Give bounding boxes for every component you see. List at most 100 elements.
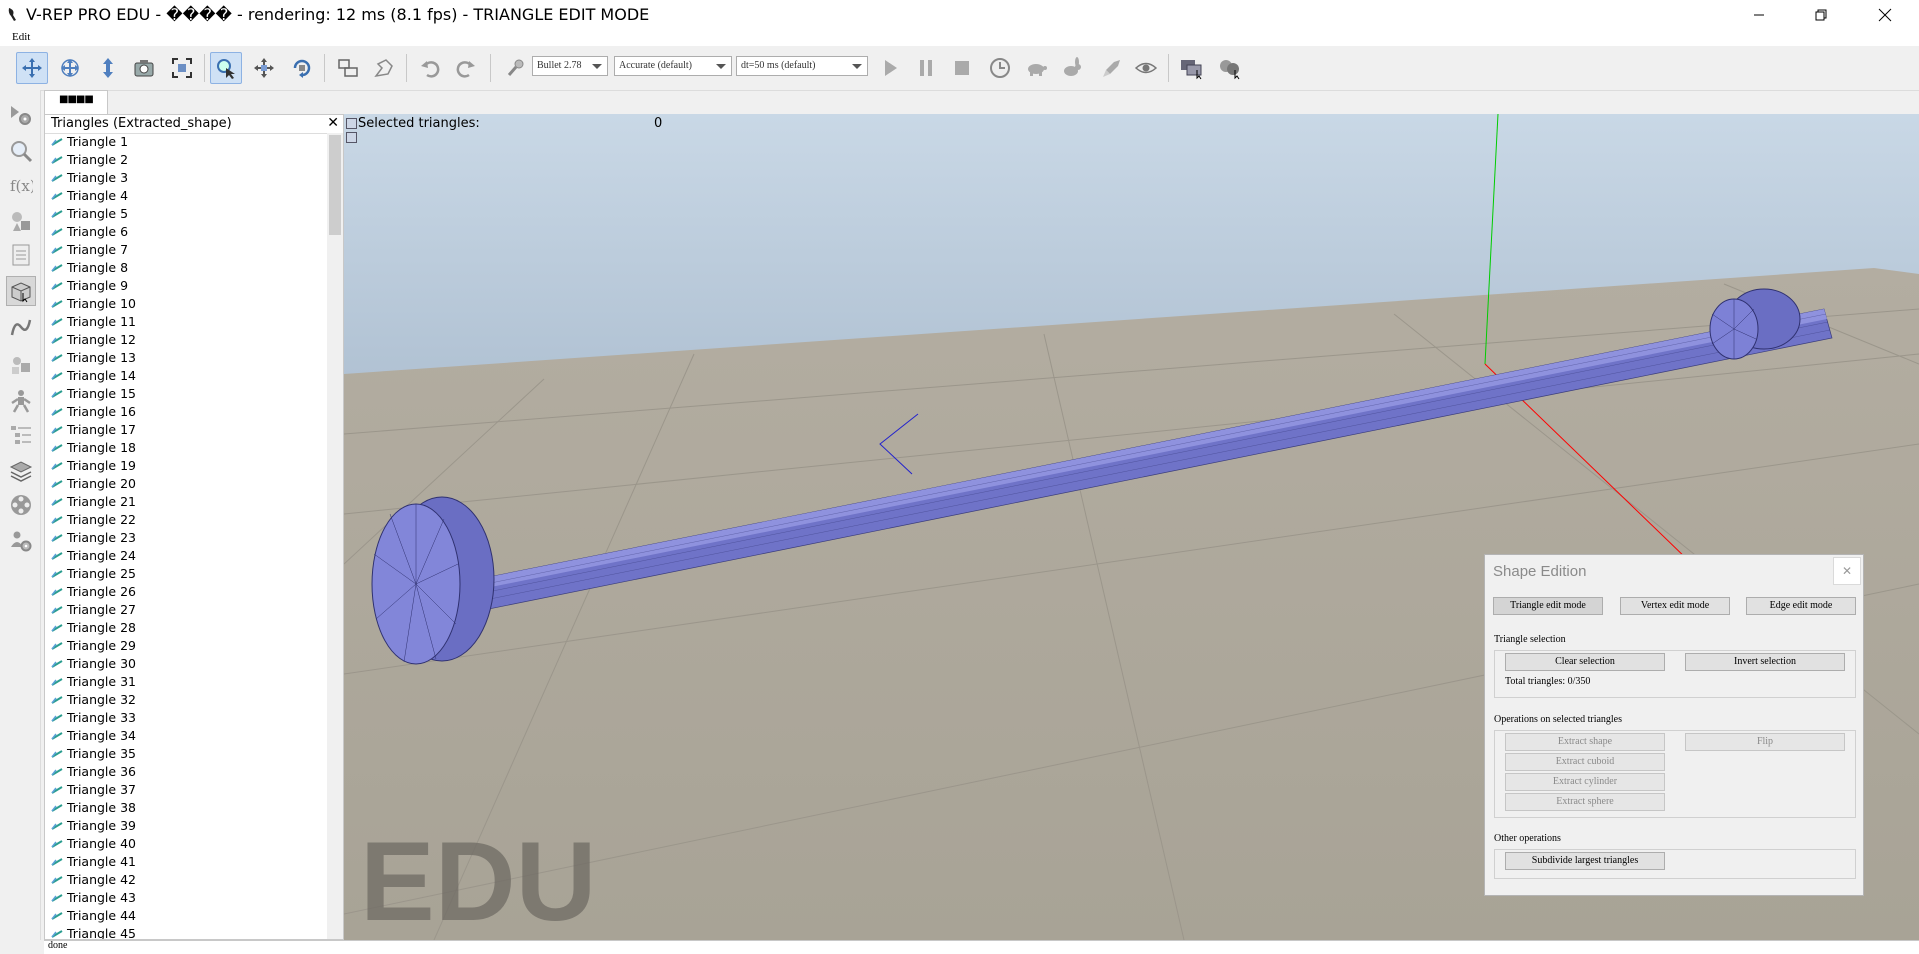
fit-to-view-button[interactable] xyxy=(166,52,198,84)
undo-button[interactable] xyxy=(414,52,446,84)
clear-selection-button[interactable]: Clear selection xyxy=(1505,653,1665,671)
hierarchy-tab[interactable]: ■■■■ xyxy=(44,90,108,114)
list-item[interactable]: Triangle 13 xyxy=(45,349,325,367)
list-item[interactable]: Triangle 3 xyxy=(45,169,325,187)
list-item[interactable]: Triangle 37 xyxy=(45,781,325,799)
triangle-edit-mode-button[interactable]: Triangle edit mode xyxy=(1493,597,1603,615)
list-item[interactable]: Triangle 23 xyxy=(45,529,325,547)
list-item[interactable]: Triangle 24 xyxy=(45,547,325,565)
list-item[interactable]: Triangle 1 xyxy=(45,133,325,151)
list-item[interactable]: Triangle 36 xyxy=(45,763,325,781)
timestep-select[interactable]: dt=50 ms (default) xyxy=(736,56,868,76)
flip-button[interactable]: Flip xyxy=(1685,733,1845,751)
list-item[interactable]: Triangle 2 xyxy=(45,151,325,169)
dialog-close-button[interactable]: ✕ xyxy=(1833,557,1861,585)
list-item[interactable]: Triangle 19 xyxy=(45,457,325,475)
extract-sphere-button[interactable]: Extract sphere xyxy=(1505,793,1665,811)
invert-selection-button[interactable]: Invert selection xyxy=(1685,653,1845,671)
list-item[interactable]: Triangle 10 xyxy=(45,295,325,313)
list-scrollbar[interactable] xyxy=(327,133,343,939)
visualization-toggle-button[interactable] xyxy=(1130,52,1162,84)
edge-edit-mode-button[interactable]: Edge edit mode xyxy=(1746,597,1856,615)
object-rotate-button[interactable] xyxy=(286,52,318,84)
list-item[interactable]: Triangle 7 xyxy=(45,241,325,259)
object-shift-button[interactable] xyxy=(248,52,280,84)
real-time-button[interactable] xyxy=(984,52,1016,84)
scene-selector-button[interactable] xyxy=(1176,52,1208,84)
scrollbar-thumb[interactable] xyxy=(329,135,341,235)
accuracy-select[interactable]: Accurate (default) xyxy=(614,56,732,76)
physics-engine-select[interactable]: Bullet 2.78 xyxy=(532,56,608,76)
camera-pan-button[interactable] xyxy=(16,52,48,84)
zoom-button[interactable] xyxy=(6,136,36,166)
layers-button[interactable] xyxy=(6,456,36,486)
extract-cuboid-button[interactable]: Extract cuboid xyxy=(1505,753,1665,771)
page-selector-button[interactable] xyxy=(1214,52,1246,84)
list-item[interactable]: Triangle 16 xyxy=(45,403,325,421)
threaded-rendering-button[interactable] xyxy=(1096,52,1128,84)
list-item[interactable]: Triangle 45 xyxy=(45,925,325,939)
collection-button[interactable] xyxy=(6,350,36,380)
subdivide-button[interactable]: Subdivide largest triangles xyxy=(1505,852,1665,870)
list-item[interactable]: Triangle 14 xyxy=(45,367,325,385)
list-item[interactable]: Triangle 9 xyxy=(45,277,325,295)
simulation-settings-button[interactable] xyxy=(6,100,36,130)
user-settings-button[interactable] xyxy=(6,526,36,556)
viewport-collapse-icon[interactable] xyxy=(346,118,357,129)
page-button[interactable] xyxy=(6,240,36,270)
list-item[interactable]: Triangle 20 xyxy=(45,475,325,493)
list-item[interactable]: Triangle 32 xyxy=(45,691,325,709)
pause-simulation-button[interactable] xyxy=(910,52,942,84)
assemble-button[interactable] xyxy=(332,52,364,84)
list-item[interactable]: Triangle 11 xyxy=(45,313,325,331)
list-item[interactable]: Triangle 15 xyxy=(45,385,325,403)
list-item[interactable]: Triangle 40 xyxy=(45,835,325,853)
viewport-menu-icon[interactable] xyxy=(346,132,357,143)
list-item[interactable]: Triangle 41 xyxy=(45,853,325,871)
redo-button[interactable] xyxy=(450,52,482,84)
list-item[interactable]: Triangle 44 xyxy=(45,907,325,925)
shapes-button[interactable] xyxy=(6,206,36,236)
environment-button[interactable] xyxy=(6,490,36,520)
slow-down-button[interactable] xyxy=(1020,52,1052,84)
list-item[interactable]: Triangle 28 xyxy=(45,619,325,637)
path-edit-button[interactable] xyxy=(6,312,36,342)
list-item[interactable]: Triangle 22 xyxy=(45,511,325,529)
dynamics-toggle-button[interactable] xyxy=(500,52,532,84)
camera-angle-button[interactable] xyxy=(128,52,160,84)
camera-shift-button[interactable] xyxy=(92,52,124,84)
list-item[interactable]: Triangle 4 xyxy=(45,187,325,205)
scene-hierarchy-button[interactable] xyxy=(6,420,36,450)
list-item[interactable]: Triangle 8 xyxy=(45,259,325,277)
extract-cylinder-button[interactable]: Extract cylinder xyxy=(1505,773,1665,791)
minimize-button[interactable] xyxy=(1736,0,1782,30)
list-item[interactable]: Triangle 6 xyxy=(45,223,325,241)
list-item[interactable]: Triangle 17 xyxy=(45,421,325,439)
list-item[interactable]: Triangle 5 xyxy=(45,205,325,223)
list-item[interactable]: Triangle 34 xyxy=(45,727,325,745)
list-item[interactable]: Triangle 43 xyxy=(45,889,325,907)
transfer-dna-button[interactable] xyxy=(368,52,400,84)
list-item[interactable]: Triangle 33 xyxy=(45,709,325,727)
list-item[interactable]: Triangle 27 xyxy=(45,601,325,619)
shape-edit-button[interactable] xyxy=(6,276,36,306)
list-item[interactable]: Triangle 42 xyxy=(45,871,325,889)
list-item[interactable]: Triangle 29 xyxy=(45,637,325,655)
list-item[interactable]: Triangle 35 xyxy=(45,745,325,763)
list-item[interactable]: Triangle 31 xyxy=(45,673,325,691)
stop-simulation-button[interactable] xyxy=(946,52,978,84)
close-panel-button[interactable]: ✕ xyxy=(327,115,339,131)
list-item[interactable]: Triangle 38 xyxy=(45,799,325,817)
speed-up-button[interactable] xyxy=(1056,52,1088,84)
list-item[interactable]: Triangle 25 xyxy=(45,565,325,583)
list-item[interactable]: Triangle 18 xyxy=(45,439,325,457)
vertex-edit-mode-button[interactable]: Vertex edit mode xyxy=(1620,597,1730,615)
menu-edit[interactable]: Edit xyxy=(12,31,30,43)
restore-button[interactable] xyxy=(1798,0,1844,30)
list-item[interactable]: Triangle 39 xyxy=(45,817,325,835)
close-window-button[interactable] xyxy=(1862,0,1908,30)
click-select-button[interactable] xyxy=(210,52,242,84)
model-browser-button[interactable] xyxy=(6,386,36,416)
list-item[interactable]: Triangle 26 xyxy=(45,583,325,601)
list-item[interactable]: Triangle 12 xyxy=(45,331,325,349)
